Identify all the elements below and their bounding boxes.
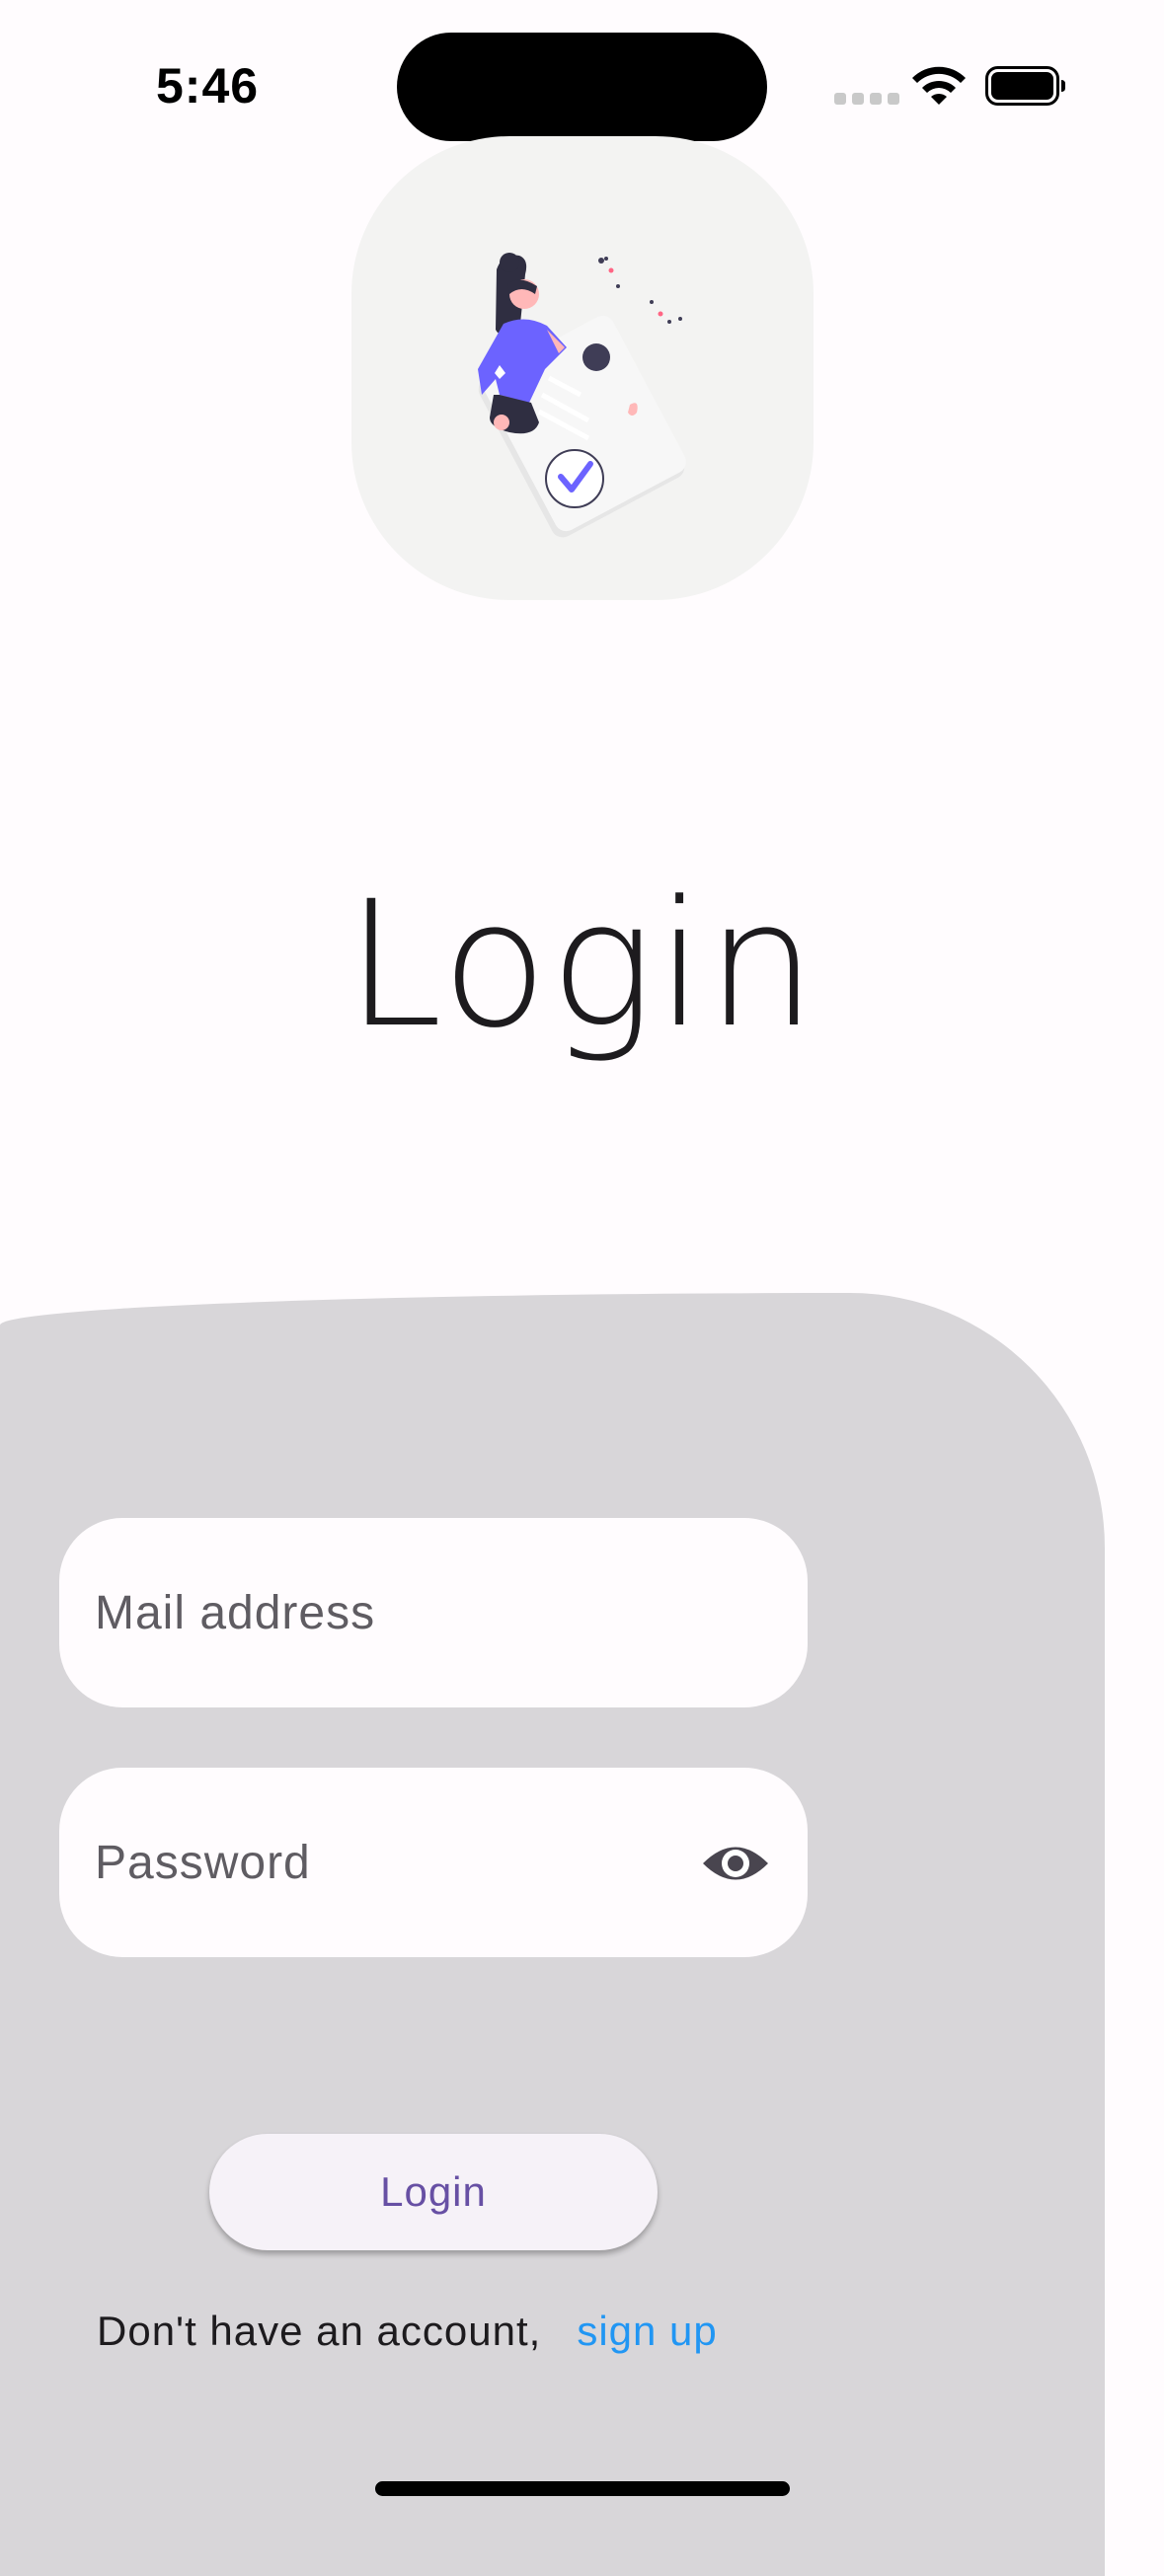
- home-indicator: [375, 2481, 790, 2496]
- app-logo: [351, 136, 814, 600]
- page-title: Login: [346, 864, 818, 1066]
- email-field[interactable]: [59, 1518, 808, 1707]
- password-field[interactable]: [59, 1768, 808, 1957]
- signup-prompt: Don't have an account, sign up: [97, 2308, 718, 2355]
- wifi-icon: [912, 66, 966, 105]
- password-input[interactable]: [95, 1768, 707, 1957]
- signup-prompt-text: Don't have an account,: [97, 2308, 542, 2354]
- signup-link[interactable]: sign up: [577, 2308, 717, 2354]
- cellular-signal-icon: [834, 93, 899, 105]
- document-check-illustration: [478, 253, 686, 538]
- dynamic-island: [397, 33, 767, 141]
- status-time: 5:46: [156, 58, 260, 114]
- battery-icon: [985, 66, 1065, 106]
- eye-icon[interactable]: [701, 1829, 770, 1898]
- email-input[interactable]: [95, 1518, 707, 1707]
- login-button[interactable]: Login: [209, 2134, 658, 2250]
